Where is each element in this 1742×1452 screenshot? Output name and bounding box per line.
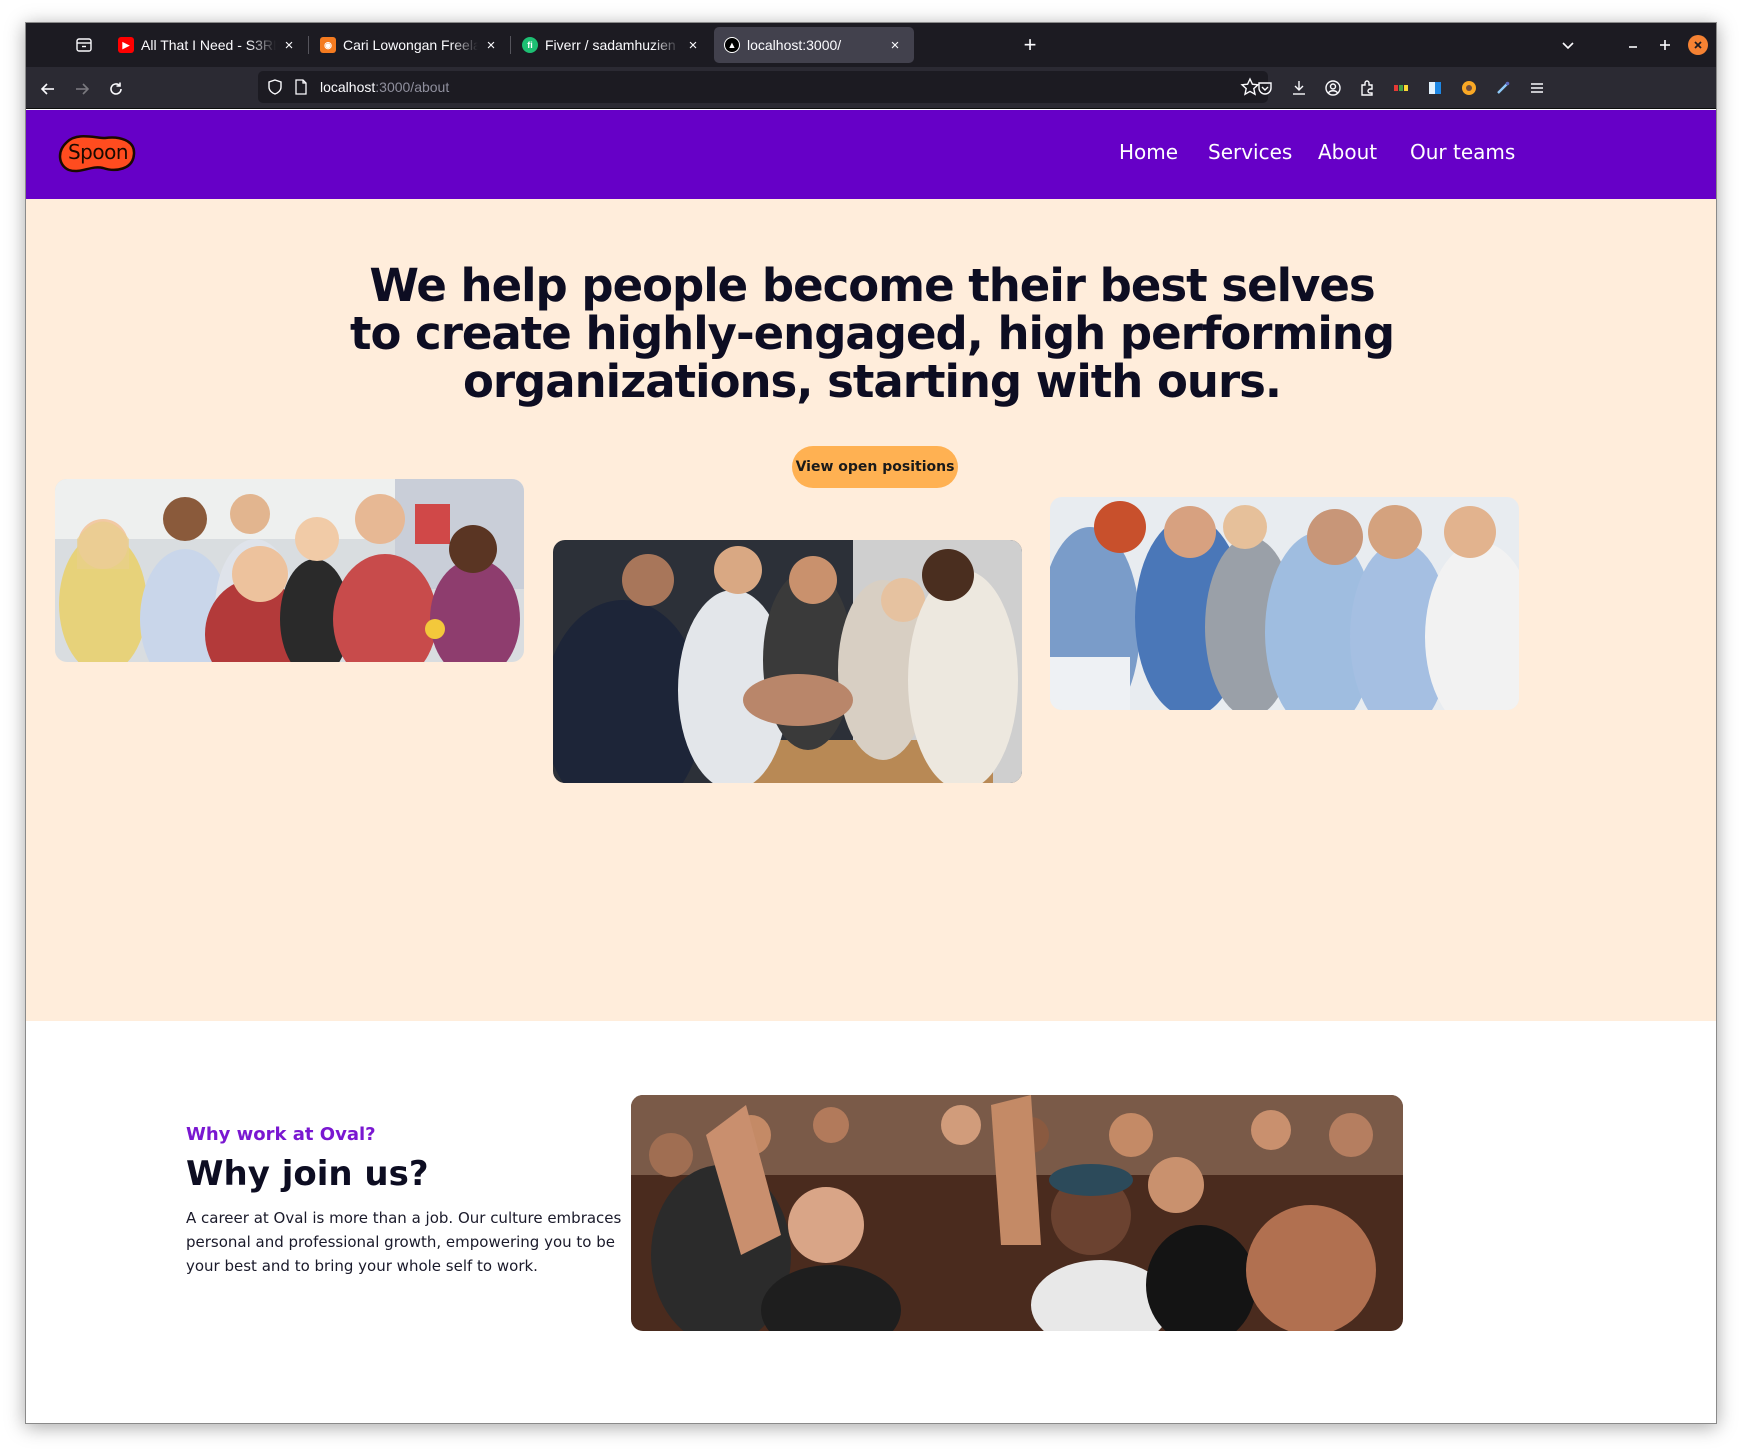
eyedropper-extension-icon[interactable]: [1492, 77, 1514, 99]
hero-section: We help people become their best selves …: [26, 199, 1716, 1021]
tab-localhost[interactable]: ▲ localhost:3000/ ×: [714, 27, 914, 63]
nav-teams-link[interactable]: Our teams: [1410, 140, 1515, 164]
tab-strip: ▶ All That I Need - S3RL feat Kayliana ×…: [26, 23, 1716, 67]
tab-list-icon[interactable]: [70, 31, 98, 59]
close-tab-icon[interactable]: ×: [684, 36, 702, 54]
new-tab-icon[interactable]: +: [1016, 31, 1044, 59]
hands-together-photo: [553, 540, 1022, 783]
tab-title: All That I Need - S3RL feat Kayliana: [141, 37, 276, 53]
navigation-toolbar: localhost:3000/about: [26, 67, 1716, 109]
nav-about-link[interactable]: About: [1318, 140, 1377, 164]
url-text[interactable]: localhost:3000/about: [320, 79, 449, 95]
maximize-icon[interactable]: [1653, 33, 1677, 57]
hero-headline: We help people become their best selves …: [349, 259, 1395, 408]
nav-home-link[interactable]: Home: [1119, 140, 1178, 164]
logo-text: Spoon: [67, 140, 129, 164]
page-icon[interactable]: [292, 78, 310, 96]
browser-window: ▶ All That I Need - S3RL feat Kayliana ×…: [25, 22, 1717, 1424]
why-join-section: Why work at Oval? Why join us? A career …: [26, 1021, 1716, 1423]
minimize-icon[interactable]: [1621, 33, 1645, 57]
view-open-positions-button[interactable]: View open positions: [792, 446, 958, 488]
back-icon[interactable]: [34, 75, 62, 103]
color-picker-extension-icon[interactable]: [1390, 77, 1412, 99]
tab-freelance[interactable]: ◉ Cari Lowongan Freelance Terbaru ×: [310, 27, 511, 63]
notes-extension-icon[interactable]: [1424, 77, 1446, 99]
web-page: Spoon Home Services About Our teams We h…: [26, 110, 1716, 1423]
why-body: A career at Oval is more than a job. Our…: [186, 1209, 622, 1275]
tab-youtube[interactable]: ▶ All That I Need - S3RL feat Kayliana ×: [108, 27, 309, 63]
hamburger-menu-icon[interactable]: [1526, 77, 1548, 99]
why-eyebrow: Why work at Oval?: [186, 1124, 376, 1145]
chevron-down-icon[interactable]: [1556, 33, 1580, 57]
tab-title: Fiverr / sadamhuzien / Edit Gig: [545, 37, 680, 53]
pocket-icon[interactable]: [1254, 77, 1276, 99]
fiverr-icon: fi: [522, 37, 538, 53]
address-bar[interactable]: localhost:3000/about: [258, 71, 1268, 103]
fox-extension-icon[interactable]: [1458, 77, 1480, 99]
crowd-photo: [631, 1095, 1403, 1331]
close-tab-icon[interactable]: ×: [886, 36, 904, 54]
shield-icon[interactable]: [266, 78, 284, 96]
nextjs-icon: ▲: [724, 37, 740, 53]
forward-icon[interactable]: [68, 75, 96, 103]
site-header: Spoon Home Services About Our teams: [26, 110, 1716, 199]
account-icon[interactable]: [1322, 77, 1344, 99]
team-meeting-photo: [1050, 497, 1519, 710]
why-title: Why join us?: [186, 1154, 429, 1194]
download-icon[interactable]: [1288, 77, 1310, 99]
youtube-icon: ▶: [118, 37, 134, 53]
tab-fiverr[interactable]: fi Fiverr / sadamhuzien / Edit Gig ×: [512, 27, 712, 63]
close-tab-icon[interactable]: ×: [482, 36, 500, 54]
close-window-icon[interactable]: [1688, 35, 1708, 55]
close-tab-icon[interactable]: ×: [280, 36, 298, 54]
extensions-icon[interactable]: [1356, 77, 1378, 99]
nav-services-link[interactable]: Services: [1208, 140, 1292, 164]
tab-title: Cari Lowongan Freelance Terbaru: [343, 37, 478, 53]
reload-icon[interactable]: [102, 75, 130, 103]
spoon-logo[interactable]: Spoon: [57, 132, 137, 176]
team-group-photo: [55, 479, 524, 662]
tab-title: localhost:3000/: [747, 37, 842, 53]
freelance-icon: ◉: [320, 37, 336, 53]
